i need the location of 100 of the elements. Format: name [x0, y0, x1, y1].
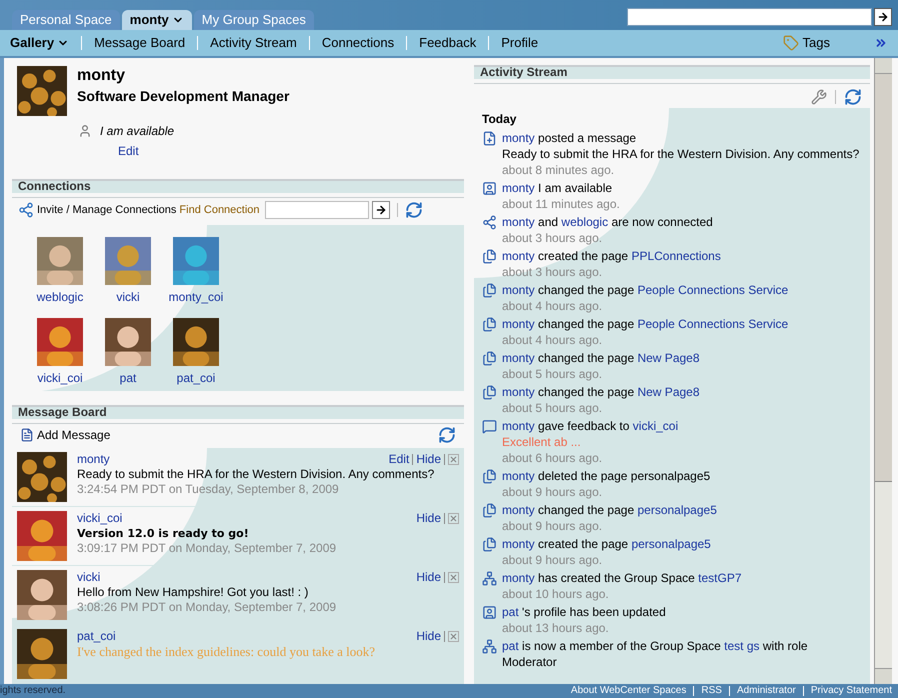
activity-time: about 3 hours ago.	[502, 230, 604, 246]
activity-link[interactable]: monty	[502, 503, 535, 517]
activity-time: about 13 hours ago.	[502, 620, 610, 636]
activity-link[interactable]: test gs	[724, 639, 760, 653]
activity-text: changed the page	[538, 317, 634, 331]
message-text: Ready to submit the HRA for the Western Division. Any comments?	[77, 467, 436, 482]
activity-text: and	[538, 215, 558, 229]
tags-link[interactable]: Tags	[782, 33, 830, 53]
scrollbar[interactable]	[874, 58, 892, 684]
gallery-menu[interactable]: Gallery	[10, 33, 70, 53]
close-icon[interactable]	[448, 572, 459, 583]
author-link[interactable]: vicki	[77, 570, 100, 585]
nav-link[interactable]: Profile	[501, 33, 538, 53]
go-button[interactable]	[372, 201, 390, 219]
activity-link[interactable]: pat	[502, 605, 519, 619]
section-title: Activity Stream	[480, 66, 568, 79]
person-link[interactable]: pat	[120, 369, 136, 387]
person-link[interactable]: pat_coi	[176, 369, 216, 387]
more-icon[interactable]	[874, 36, 888, 50]
activity-link[interactable]: weblogic	[561, 215, 608, 229]
message-text: Hello from New Hampshire! Got you last! : )	[77, 585, 310, 600]
edit-link[interactable]: Edit	[118, 142, 464, 160]
pages-icon	[482, 503, 497, 518]
refresh-icon[interactable]	[844, 88, 862, 106]
network-icon[interactable]	[18, 202, 34, 218]
refresh-icon[interactable]	[404, 201, 423, 219]
activity-text: Moderator	[502, 655, 557, 669]
footer-link[interactable]: RSS	[701, 685, 722, 697]
invite-link[interactable]: Invite / Manage Connections	[37, 202, 176, 218]
activity-text: personalpage5	[630, 469, 710, 483]
find-field[interactable]	[264, 201, 369, 219]
activity-text: deleted the page	[538, 469, 628, 483]
person-link[interactable]: vicki_coi	[37, 369, 83, 387]
activity-link[interactable]: monty	[502, 537, 535, 551]
person-link[interactable]: weblogic	[36, 288, 84, 306]
author-link[interactable]: pat_coi	[77, 629, 116, 644]
message-text: I've changed the index guidelines: could you take a look?	[77, 644, 376, 659]
nav-link[interactable]: Connections	[322, 33, 394, 53]
author-link[interactable]: monty	[77, 452, 110, 467]
activity-link[interactable]: monty	[502, 419, 535, 433]
activity-link[interactable]: monty	[502, 317, 535, 331]
message-time: 3:24:54 PM PDT on Tuesday, September 8, 2009	[77, 482, 340, 497]
activity-link[interactable]: pat	[502, 639, 519, 653]
add-message-link[interactable]: Add Message	[20, 426, 110, 444]
activity-link[interactable]: New Page8	[637, 385, 700, 399]
activity-link[interactable]: monty	[502, 215, 535, 229]
activity-link[interactable]: testGP7	[698, 571, 742, 585]
activity-link[interactable]: vicki_coi	[632, 419, 678, 433]
close-icon[interactable]	[448, 631, 459, 642]
space-tab[interactable]: monty	[122, 10, 192, 30]
refresh-icon[interactable]	[438, 426, 456, 444]
activity-text: posted a message	[538, 131, 636, 145]
activity-text: I am available	[538, 181, 612, 195]
footer-link[interactable]: About WebCenter Spaces	[570, 685, 686, 697]
activity-time: about 5 hours ago.	[502, 366, 604, 382]
activity-link[interactable]: PPLConnections	[631, 249, 721, 263]
activity-time: about 5 hours ago.	[502, 400, 604, 416]
activity-text: has created the Group Space	[538, 571, 695, 585]
go-button[interactable]	[874, 8, 892, 26]
settings-icon[interactable]	[811, 89, 827, 105]
action-link[interactable]: Edit	[388, 452, 410, 467]
activity-time: about 9 hours ago.	[502, 552, 604, 568]
action-link[interactable]: Hide	[416, 570, 441, 585]
activity-link[interactable]: monty	[502, 283, 535, 297]
activity-link[interactable]: New Page8	[637, 351, 700, 365]
activity-text: changed the page	[538, 351, 634, 365]
speech-bubble-icon	[482, 419, 497, 434]
group-icon	[482, 571, 497, 586]
action-link[interactable]: Hide	[416, 511, 441, 526]
action-link[interactable]: Hide	[416, 452, 441, 467]
action-link[interactable]: Hide	[416, 629, 441, 644]
activity-link[interactable]: personalpage5	[631, 537, 711, 551]
activity-link[interactable]: monty	[502, 249, 535, 263]
activity-link[interactable]: People Connections Service	[637, 283, 788, 297]
activity-link[interactable]: monty	[502, 571, 535, 585]
author-link[interactable]: vicki_coi	[77, 511, 122, 526]
message-text: Version 12.0 is ready to go!	[77, 526, 250, 541]
search-field[interactable]	[627, 8, 872, 26]
activity-time: about 10 hours ago.	[502, 586, 610, 602]
footer-link[interactable]: Privacy Statement	[810, 685, 892, 697]
person-link[interactable]: monty_coi	[168, 288, 224, 306]
person-link[interactable]: vicki	[116, 288, 140, 306]
activity-link[interactable]: monty	[502, 469, 535, 483]
activity-link[interactable]: monty	[502, 131, 535, 145]
activity-link[interactable]: monty	[502, 385, 535, 399]
activity-link[interactable]: People Connections Service	[637, 317, 788, 331]
activity-time: about 4 hours ago.	[502, 332, 604, 348]
nav-link[interactable]: Activity Stream	[210, 33, 297, 53]
activity-time: about 11 minutes ago.	[502, 196, 620, 212]
close-icon[interactable]	[448, 454, 459, 465]
nav-link[interactable]: Message Board	[94, 33, 186, 53]
pages-icon	[482, 385, 497, 400]
section-title: Connections	[18, 180, 91, 193]
activity-link[interactable]: monty	[502, 351, 535, 365]
close-icon[interactable]	[448, 513, 459, 524]
activity-link[interactable]: personalpage5	[637, 503, 717, 517]
footer-link[interactable]: Administrator	[736, 685, 796, 697]
nav-link[interactable]: Feedback	[419, 33, 476, 53]
arrow-icon	[877, 11, 889, 23]
activity-link[interactable]: monty	[502, 181, 535, 195]
